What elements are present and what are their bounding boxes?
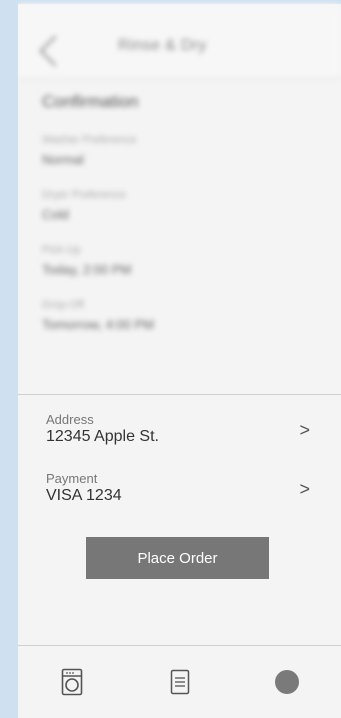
payment-label: Payment [46, 471, 98, 486]
drop-off-field: Drop-Off Tomorrow, 4:00 PM [42, 299, 322, 332]
nav-item-washer[interactable] [18, 646, 126, 718]
nav-item-orders[interactable] [126, 646, 234, 718]
header: Rinse & Dry [18, 4, 341, 79]
field-value: Normal [42, 152, 84, 167]
list-icon [170, 669, 189, 695]
confirmation-title: Confirmation [42, 92, 139, 111]
field-label: Dryer Preference [42, 189, 126, 201]
back-chevron-icon[interactable] [39, 35, 71, 67]
chevron-right-icon: > [299, 479, 310, 499]
field-label: Pick-Up [42, 244, 81, 256]
pick-up-field: Pick-Up Today, 2:00 PM [42, 244, 322, 277]
bottom-nav [18, 646, 341, 718]
page-title: Rinse & Dry [118, 37, 207, 54]
payment-row[interactable]: Payment VISA 1234 > [46, 471, 316, 515]
field-label: Washer Preference [42, 134, 137, 146]
app-screen: Rinse & Dry Confirmation Washer Preferen… [18, 0, 341, 718]
address-row[interactable]: Address 12345 Apple St. > [46, 412, 316, 456]
confirmation-section: Confirmation Washer Preference Normal Dr… [42, 92, 322, 354]
field-value: Tomorrow, 4:00 PM [42, 317, 154, 332]
address-value: 12345 Apple St. [46, 428, 159, 445]
place-order-button[interactable]: Place Order [86, 537, 269, 579]
dryer-preference-field: Dryer Preference Cold [42, 189, 322, 222]
field-label: Drop-Off [42, 299, 84, 311]
washing-machine-icon [61, 668, 83, 696]
washer-preference-field: Washer Preference Normal [42, 134, 322, 167]
field-value: Today, 2:00 PM [42, 262, 132, 277]
address-label: Address [46, 412, 94, 427]
chevron-right-icon: > [299, 420, 310, 440]
section-divider [18, 394, 341, 395]
payment-value: VISA 1234 [46, 487, 122, 504]
profile-circle-icon [275, 670, 300, 694]
field-value: Cold [42, 207, 69, 222]
nav-item-profile[interactable] [233, 646, 341, 718]
